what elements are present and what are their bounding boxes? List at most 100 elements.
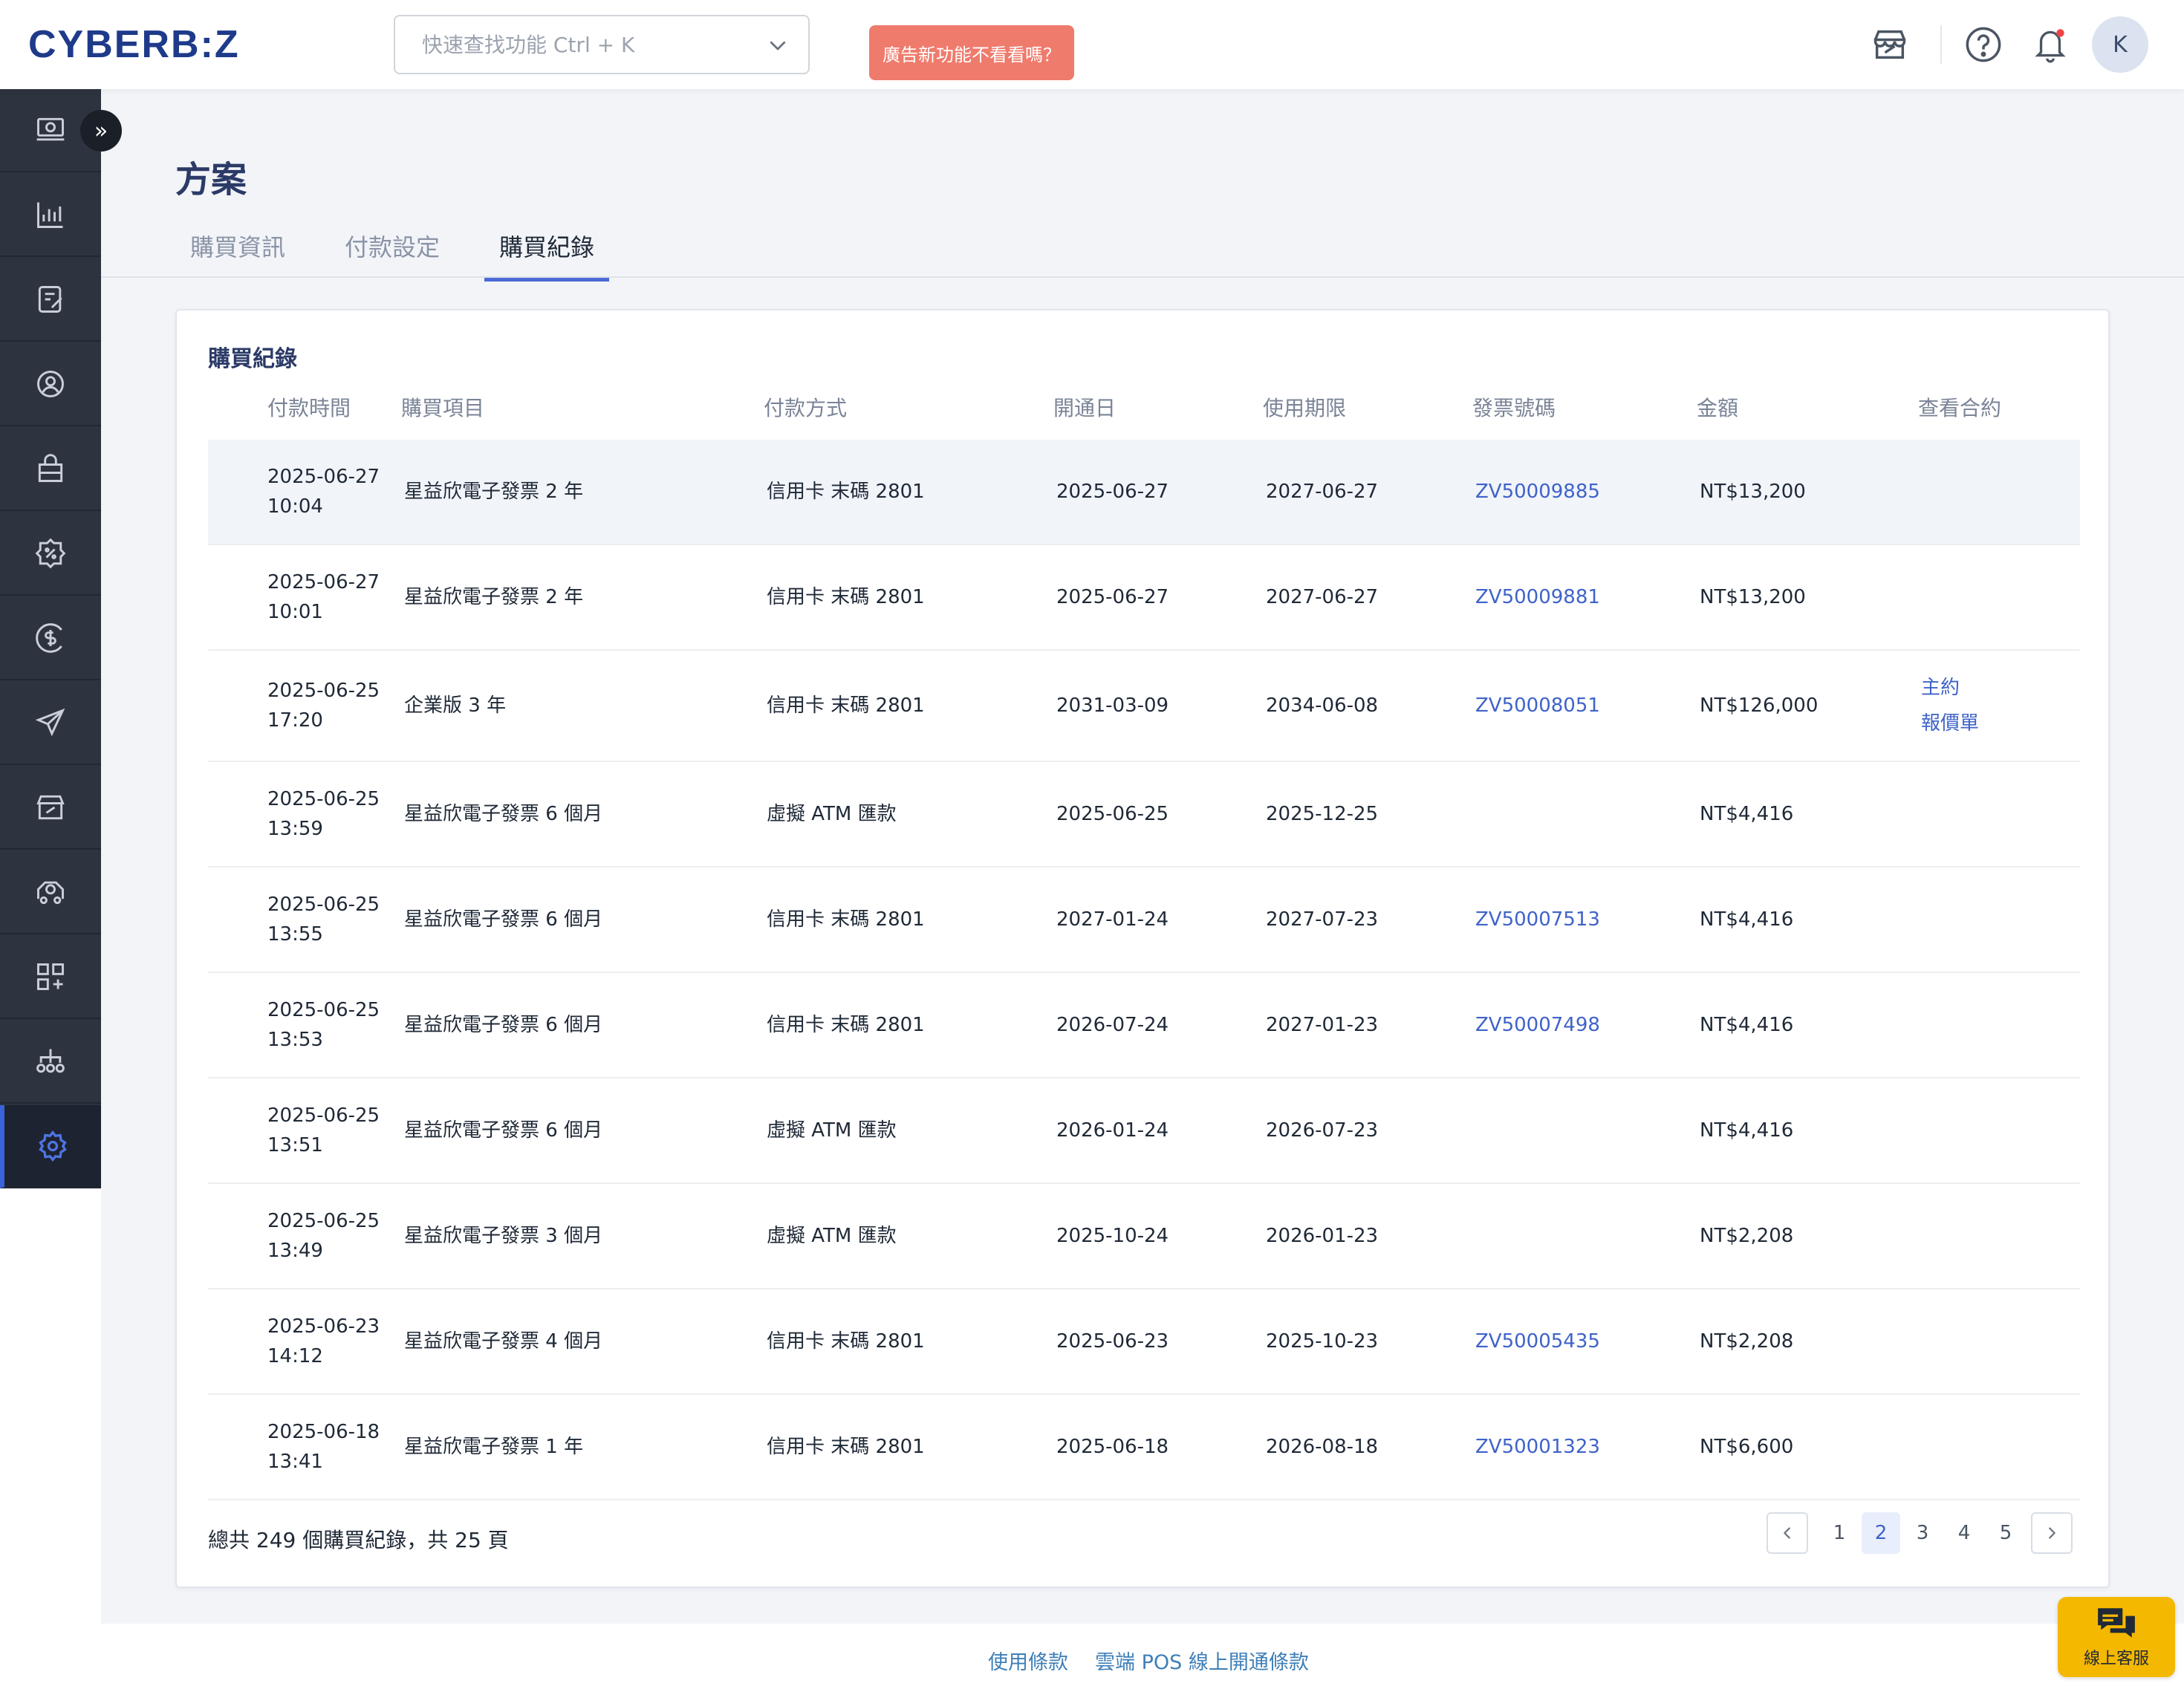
payment-method: 信用卡 末碼 2801 (767, 694, 925, 717)
sidebar-item-store[interactable] (0, 767, 101, 850)
expand-sidebar-button[interactable]: » (80, 110, 122, 152)
paid-time: 13:51 (267, 1134, 323, 1156)
payment-method: 虛擬 ATM 匯款 (767, 803, 897, 825)
table-row[interactable]: 2025-06-25 13:55 星益欣電子發票 6 個月 信用卡 末碼 280… (208, 868, 2080, 973)
finance-icon (36, 623, 62, 653)
invoice-link[interactable]: ZV50007513 (1475, 905, 1600, 934)
purchase-item: 星益欣電子發票 6 個月 (404, 908, 603, 931)
chevron-down-icon[interactable] (767, 34, 789, 56)
table-row[interactable]: 2025-06-25 13:53 星益欣電子發票 6 個月 信用卡 末碼 280… (208, 973, 2080, 1078)
quick-search-input[interactable] (422, 30, 749, 59)
sidebar-item-analytics[interactable] (0, 174, 101, 257)
column-header-method: 付款方式 (764, 396, 848, 420)
purchase-item: 星益欣電子發票 3 個月 (404, 1225, 603, 1247)
notification-bell-icon[interactable] (2028, 21, 2073, 68)
dashboard-icon (36, 117, 65, 141)
valid-until: 2027-06-27 (1266, 586, 1379, 608)
amount: NT$6,600 (1700, 1436, 1794, 1458)
purchase-records-card: 購買紀錄 付款時間 購買項目 付款方式 開通日 使用期限 發票號碼 金額 查看合… (175, 309, 2110, 1588)
brand-logo[interactable]: CYBERB:Z (28, 22, 240, 67)
start-date: 2027-01-24 (1056, 908, 1169, 931)
valid-until: 2027-06-27 (1266, 481, 1379, 503)
sidebar-item-marketing[interactable] (0, 682, 101, 765)
chevron-left-icon (1784, 1527, 1790, 1539)
paid-time: 10:01 (267, 601, 323, 623)
invoice-link[interactable]: ZV50009881 (1475, 582, 1600, 612)
contract-main-link[interactable]: 主約 (1921, 673, 1960, 703)
prev-page-button[interactable] (1767, 1512, 1808, 1554)
sidebar-item-customers[interactable] (0, 343, 101, 426)
purchase-item: 星益欣電子發票 1 年 (404, 1436, 584, 1458)
start-date: 2025-06-27 (1056, 586, 1169, 608)
page-number-button[interactable]: 4 (1945, 1512, 1983, 1554)
payment-method: 信用卡 末碼 2801 (767, 1014, 925, 1036)
tab-payment-settings[interactable]: 付款設定 (345, 229, 440, 278)
paid-date: 2025-06-18 (267, 1421, 380, 1443)
column-header-valid-until: 使用期限 (1263, 396, 1347, 420)
contract-quote-link[interactable]: 報價單 (1921, 709, 1979, 738)
sidebar-item-settings[interactable] (0, 1105, 101, 1188)
page-title: 方案 (175, 159, 247, 201)
amount: NT$4,416 (1700, 908, 1794, 931)
table-row[interactable]: 2025-06-23 14:12 星益欣電子發票 4 個月 信用卡 末碼 280… (208, 1289, 2080, 1395)
table-row[interactable]: 2025-06-18 13:41 星益欣電子發票 1 年 信用卡 末碼 2801… (208, 1395, 2080, 1500)
invoice-link[interactable]: ZV50009885 (1475, 477, 1600, 507)
help-icon[interactable] (1961, 21, 2006, 68)
table-row[interactable]: 2025-06-27 10:04 星益欣電子發票 2 年 信用卡 末碼 2801… (208, 440, 2080, 545)
sidebar-item-finance[interactable] (0, 597, 101, 680)
promo-button[interactable]: 廣告新功能不看看嗎？ (869, 25, 1074, 80)
invoice-link[interactable]: ZV50007498 (1475, 1010, 1600, 1040)
paid-time: 17:20 (267, 709, 323, 732)
table-row[interactable]: 2025-06-25 13:49 星益欣電子發票 3 個月 虛擬 ATM 匯款 … (208, 1184, 2080, 1289)
sidebar-item-orders[interactable] (0, 258, 101, 342)
page-number-button[interactable]: 3 (1903, 1512, 1942, 1554)
table-row[interactable]: 2025-06-25 13:59 星益欣電子發票 6 個月 虛擬 ATM 匯款 … (208, 762, 2080, 868)
promotions-icon (35, 538, 66, 569)
tab-bar: 購買資訊 付款設定 購買紀錄 (101, 214, 2184, 282)
sidebar-item-promotions[interactable] (0, 513, 101, 596)
amount: NT$2,208 (1700, 1225, 1794, 1247)
paid-date: 2025-06-25 (267, 894, 380, 916)
start-date: 2026-07-24 (1056, 1014, 1169, 1036)
sidebar-item-delivery[interactable] (0, 851, 101, 934)
main-content: 方案 購買資訊 付款設定 購買紀錄 購買紀錄 付款時間 購買項目 付款方式 開通… (101, 89, 2184, 1624)
invoice-link[interactable]: ZV50005435 (1475, 1327, 1600, 1356)
column-header-start-date: 開通日 (1053, 396, 1117, 420)
valid-until: 2026-08-18 (1266, 1436, 1379, 1458)
channels-icon (36, 1049, 65, 1073)
payment-method: 信用卡 末碼 2801 (767, 481, 925, 503)
amount: NT$4,416 (1700, 803, 1794, 825)
tab-purchase-info[interactable]: 購買資訊 (190, 229, 285, 278)
sidebar-item-products[interactable] (0, 428, 101, 511)
customers-icon (37, 371, 64, 397)
products-icon (38, 454, 63, 482)
invoice-link[interactable]: ZV50001323 (1475, 1432, 1600, 1462)
analytics-icon (37, 202, 63, 228)
online-support-button[interactable]: 線上客服 (2058, 1597, 2175, 1677)
page-number-button-active[interactable]: 2 (1862, 1512, 1900, 1554)
pos-terms-link[interactable]: 雲端 POS 線上開通條款 (1095, 1646, 1309, 1675)
table-header: 付款時間 購買項目 付款方式 開通日 使用期限 發票號碼 金額 查看合約 (208, 392, 2080, 440)
page-number-button[interactable]: 5 (1986, 1512, 2025, 1554)
sidebar-item-channels[interactable] (0, 1021, 101, 1104)
table-row[interactable]: 2025-06-25 13:51 星益欣電子發票 6 個月 虛擬 ATM 匯款 … (208, 1078, 2080, 1184)
page-number-button[interactable]: 1 (1820, 1512, 1859, 1554)
next-page-button[interactable] (2031, 1512, 2073, 1554)
user-avatar[interactable]: K (2092, 16, 2148, 73)
column-header-contract: 查看合約 (1918, 396, 2002, 420)
column-header-paid-time: 付款時間 (267, 396, 351, 420)
payment-method: 虛擬 ATM 匯款 (767, 1119, 897, 1142)
amount: NT$4,416 (1700, 1119, 1794, 1142)
amount: NT$13,200 (1700, 586, 1806, 608)
terms-link[interactable]: 使用條款 (988, 1646, 1068, 1675)
valid-until: 2025-12-25 (1266, 803, 1379, 825)
invoice-link[interactable]: ZV50008051 (1475, 691, 1600, 720)
payment-method: 虛擬 ATM 匯款 (767, 1225, 897, 1247)
quick-search-box[interactable] (394, 15, 810, 74)
storefront-icon[interactable] (1868, 21, 1912, 68)
sidebar-item-apps[interactable] (0, 936, 101, 1019)
table-row[interactable]: 2025-06-25 17:20 企業版 3 年 信用卡 末碼 2801 203… (208, 651, 2080, 762)
table-row[interactable]: 2025-06-27 10:01 星益欣電子發票 2 年 信用卡 末碼 2801… (208, 545, 2080, 651)
tab-purchase-records[interactable]: 購買紀錄 (484, 229, 610, 282)
start-date: 2025-06-27 (1056, 481, 1169, 503)
